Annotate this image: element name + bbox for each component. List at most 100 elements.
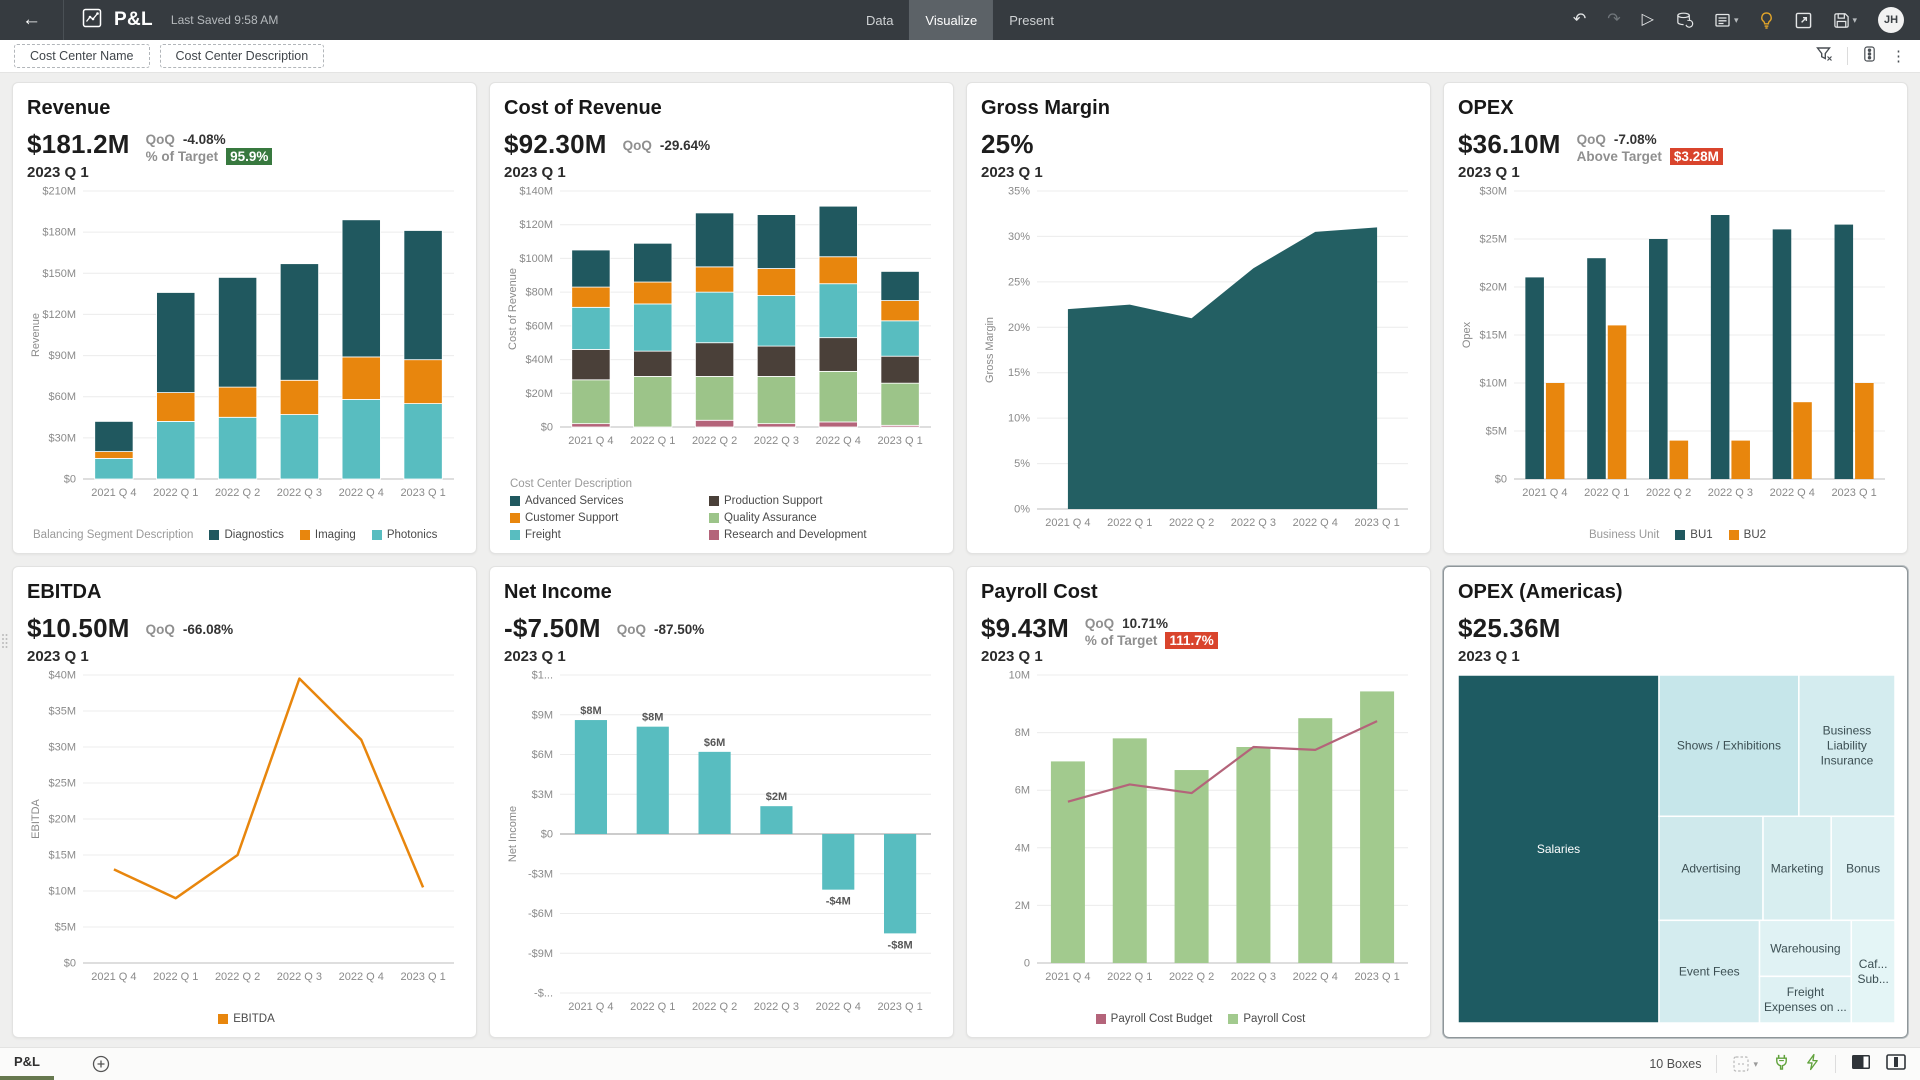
kpi-value: 25% xyxy=(981,129,1416,160)
legend-item[interactable]: EBITDA xyxy=(218,1013,275,1025)
clear-filters-icon[interactable] xyxy=(1815,45,1833,68)
kpi-period: 2023 Q 1 xyxy=(27,164,130,181)
tab-visualize[interactable]: Visualize xyxy=(909,0,993,40)
kpi-period: 2023 Q 1 xyxy=(981,648,1069,665)
legend-item[interactable]: Customer Support xyxy=(510,512,685,524)
svg-text:15%: 15% xyxy=(1008,367,1030,379)
legend-item[interactable]: Photonics xyxy=(372,529,438,541)
canvas-tab-pl[interactable]: P&L xyxy=(0,1048,54,1080)
net-income-chart[interactable]: $1...$9M$6M$3M$0-$3M-$6M-$9M-$...2021 Q … xyxy=(504,667,941,1017)
legend-item[interactable]: BU2 xyxy=(1729,529,1766,541)
tile-opex[interactable]: OPEX $36.10M 2023 Q 1 QoQ-7.08% Above Ta… xyxy=(1443,82,1908,554)
qoq-value: -4.08% xyxy=(183,131,226,148)
svg-text:$20M: $20M xyxy=(525,388,553,400)
target-label: Above Target xyxy=(1577,148,1662,165)
toggle-right-panel-icon[interactable] xyxy=(1886,1054,1906,1075)
legend-item[interactable]: Diagnostics xyxy=(209,529,283,541)
svg-text:-$8M: -$8M xyxy=(888,939,913,951)
kpi-value: $25.36M xyxy=(1458,613,1893,644)
tile-payroll-cost[interactable]: Payroll Cost $9.43M 2023 Q 1 QoQ10.71% %… xyxy=(966,566,1431,1038)
svg-text:2022 Q 2: 2022 Q 2 xyxy=(1169,517,1214,529)
svg-text:35%: 35% xyxy=(1008,186,1030,198)
payroll-cost-chart[interactable]: 10M8M6M4M2M02021 Q 42022 Q 12022 Q 22022… xyxy=(981,667,1418,987)
legend-item[interactable]: Payroll Cost Budget xyxy=(1096,1013,1213,1025)
kpi-value: -$7.50M xyxy=(504,613,601,644)
tile-opex-americas[interactable]: OPEX (Americas) $25.36M 2023 Q 1 Salarie… xyxy=(1443,566,1908,1038)
legend-item[interactable]: BU1 xyxy=(1675,529,1712,541)
svg-text:$40M: $40M xyxy=(525,354,553,366)
ebitda-chart[interactable]: $40M$35M$30M$25M$20M$15M$10M$5M$02021 Q … xyxy=(27,667,464,987)
svg-text:Marketing: Marketing xyxy=(1771,861,1824,875)
svg-text:2022 Q 4: 2022 Q 4 xyxy=(339,487,384,499)
workbook-logo-icon xyxy=(82,8,102,33)
legend-item[interactable]: Research and Development xyxy=(709,529,867,541)
svg-text:EBITDA: EBITDA xyxy=(30,798,42,838)
tab-data[interactable]: Data xyxy=(850,0,909,40)
auto-apply-icon[interactable] xyxy=(1805,1053,1820,1076)
layout-grid-icon[interactable]: ▾ xyxy=(1732,1055,1758,1073)
opex-americas-treemap[interactable]: SalariesShows / ExhibitionsBusinessLiabi… xyxy=(1458,675,1895,1023)
svg-text:Warehousing: Warehousing xyxy=(1770,941,1840,955)
qoq-value: -66.08% xyxy=(183,621,233,638)
tile-ebitda[interactable]: EBITDA $10.50M QoQ-66.08% 2023 Q 1 $40M$… xyxy=(12,566,477,1038)
svg-text:$0: $0 xyxy=(541,422,553,434)
run-icon[interactable]: ▷ xyxy=(1642,12,1654,28)
toggle-left-panel-icon[interactable] xyxy=(1851,1054,1871,1075)
svg-text:2022 Q 1: 2022 Q 1 xyxy=(1107,517,1152,529)
gross-margin-chart[interactable]: 35%30%25%20%15%10%5%0%2021 Q 42022 Q 120… xyxy=(981,183,1418,533)
export-icon[interactable] xyxy=(1795,12,1812,29)
revenue-chart[interactable]: $210M$180M$150M$120M$90M$60M$30M$02021 Q… xyxy=(27,183,464,503)
user-avatar[interactable]: JH xyxy=(1878,7,1904,33)
more-options-icon[interactable]: ⋮ xyxy=(1891,47,1906,65)
chart-legend: Payroll Cost Budget Payroll Cost xyxy=(981,1009,1416,1029)
drag-handle-icon[interactable] xyxy=(1,633,8,654)
annotate-icon[interactable]: ▾ xyxy=(1715,13,1739,28)
cost-of-revenue-chart[interactable]: $140M$120M$100M$80M$60M$40M$20M$02021 Q … xyxy=(504,183,941,451)
svg-text:Event Fees: Event Fees xyxy=(1679,965,1740,979)
svg-text:2023 Q 1: 2023 Q 1 xyxy=(1354,971,1399,983)
divider xyxy=(1716,1055,1717,1073)
svg-text:$210M: $210M xyxy=(42,186,76,198)
divider xyxy=(1847,47,1848,65)
kpi-period: 2023 Q 1 xyxy=(504,648,939,665)
qoq-label: QoQ xyxy=(1577,131,1606,148)
traffic-light-icon[interactable] xyxy=(1862,45,1877,68)
back-button[interactable]: ← xyxy=(0,0,64,40)
svg-text:$6M: $6M xyxy=(532,749,553,761)
svg-text:2022 Q 3: 2022 Q 3 xyxy=(277,971,322,983)
legend-item[interactable]: Quality Assurance xyxy=(709,512,867,524)
svg-text:2022 Q 3: 2022 Q 3 xyxy=(1231,517,1276,529)
insights-lightbulb-icon[interactable] xyxy=(1759,11,1774,30)
svg-text:8M: 8M xyxy=(1015,727,1030,739)
svg-text:$15M: $15M xyxy=(1479,330,1507,342)
target-badge: 95.9% xyxy=(226,148,272,165)
svg-text:2022 Q 2: 2022 Q 2 xyxy=(692,1001,737,1013)
redo-icon[interactable]: ↷ xyxy=(1607,12,1620,28)
data-connection-icon[interactable] xyxy=(1773,1053,1790,1076)
svg-text:0: 0 xyxy=(1024,958,1030,970)
legend-item[interactable]: Imaging xyxy=(300,529,356,541)
svg-text:Sub...: Sub... xyxy=(1857,972,1888,986)
refresh-data-icon[interactable] xyxy=(1675,11,1694,30)
tile-gross-margin[interactable]: Gross Margin 25% 2023 Q 1 35%30%25%20%15… xyxy=(966,82,1431,554)
tab-present[interactable]: Present xyxy=(993,0,1070,40)
legend-item[interactable]: Production Support xyxy=(709,495,867,507)
legend-item[interactable]: Advanced Services xyxy=(510,495,685,507)
filter-chip-cost-center-description[interactable]: Cost Center Description xyxy=(160,44,325,68)
tile-net-income[interactable]: Net Income -$7.50M QoQ-87.50% 2023 Q 1 $… xyxy=(489,566,954,1038)
tile-revenue[interactable]: Revenue $181.2M 2023 Q 1 QoQ-4.08% % of … xyxy=(12,82,477,554)
svg-text:2023 Q 1: 2023 Q 1 xyxy=(1354,517,1399,529)
add-canvas-icon[interactable] xyxy=(92,1055,110,1073)
save-icon[interactable]: ▾ xyxy=(1833,12,1857,29)
filter-chip-cost-center-name[interactable]: Cost Center Name xyxy=(14,44,150,68)
tile-cost-of-revenue[interactable]: Cost of Revenue $92.30M QoQ-29.64% 2023 … xyxy=(489,82,954,554)
undo-icon[interactable]: ↶ xyxy=(1573,12,1586,28)
opex-chart[interactable]: $30M$25M$20M$15M$10M$5M$02021 Q 42022 Q … xyxy=(1458,183,1895,503)
boxes-count: 10 Boxes xyxy=(1649,1057,1701,1071)
svg-text:$120M: $120M xyxy=(519,219,553,231)
svg-text:2022 Q 3: 2022 Q 3 xyxy=(277,487,322,499)
qoq-label: QoQ xyxy=(146,621,175,638)
svg-text:Advertising: Advertising xyxy=(1681,861,1740,875)
legend-item[interactable]: Payroll Cost xyxy=(1228,1013,1305,1025)
legend-item[interactable]: Freight xyxy=(510,529,685,541)
